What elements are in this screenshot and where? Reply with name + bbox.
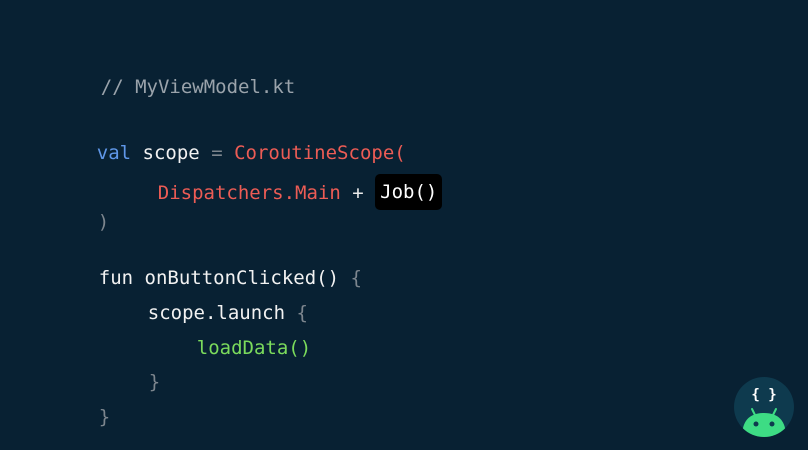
launch-close-brace: } [148,371,161,393]
code-line-function-declaration: fun onButtonClicked() { [53,242,362,289]
close-paren: ) [97,211,110,233]
android-braces-icon: { } [734,377,794,437]
file-comment: // MyViewModel.kt [100,76,296,98]
code-line-dispatchers: Dispatchers.Main + Job() [112,151,443,210]
open-brace: { [350,267,362,289]
code-slide: // MyViewModel.kt val scope = CoroutineS… [0,0,808,450]
function-close-brace: } [98,406,111,428]
android-eye-left [753,421,759,427]
load-data-call: loadData() [196,337,312,359]
android-antenna-right [772,408,777,416]
code-line-scope-launch: scope.launch { [102,277,308,324]
dispatchers-main: Dispatchers.Main [157,182,341,204]
job-highlight: Job() [375,174,443,210]
braces-glyph: { } [751,387,776,403]
android-logo-svg: { } [742,387,786,437]
plus-operator: + [352,182,364,204]
android-head-icon [742,413,786,437]
code-comment-line: // MyViewModel.kt [55,51,295,98]
code-line-function-close: } [53,381,110,428]
code-line-load-data: loadData() [151,312,311,359]
code-line-launch-close: } [103,346,160,393]
android-antenna-left [751,408,756,416]
code-line-close-paren: ) [52,186,109,233]
code-line-scope-declaration: val scope = CoroutineScope( [51,117,406,164]
android-eye-right [769,421,775,427]
